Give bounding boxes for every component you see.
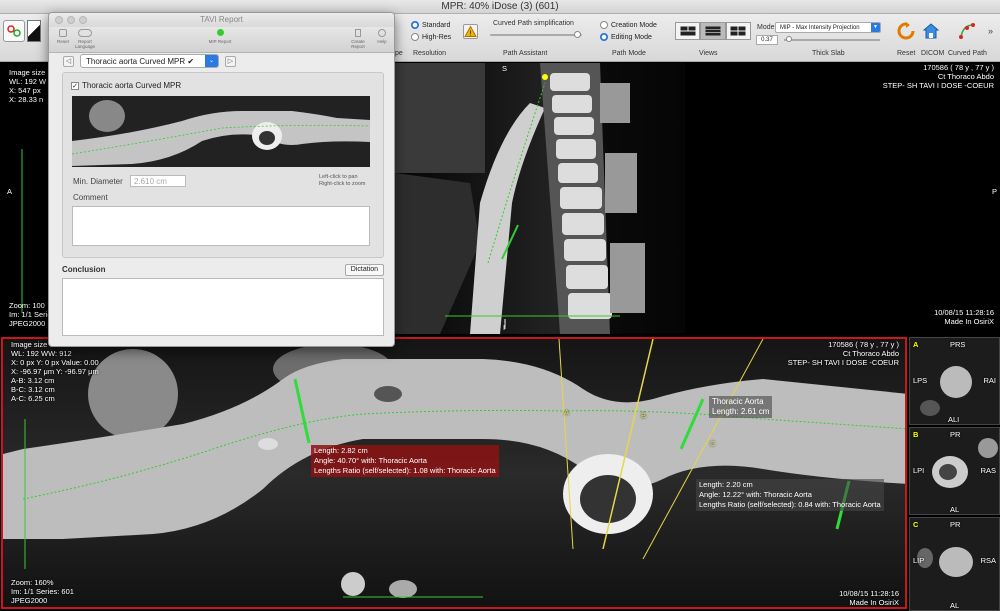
cross-section-panels: A PRS LPS RAI ALI B PR LPI RAS AL C PR L…	[909, 337, 1000, 611]
views-label: Views	[699, 50, 718, 57]
dicom-icon[interactable]	[922, 22, 940, 40]
thick-slab-slider[interactable]	[784, 36, 880, 42]
report-icon	[355, 29, 361, 37]
orientation-bottom: I	[503, 323, 506, 332]
view-layout-1-button[interactable]	[675, 22, 701, 40]
previous-button[interactable]: ◁	[63, 56, 74, 67]
section-groupbox: ✓ Thoracic aorta Curved MPR Min. Diameter…	[62, 72, 384, 258]
editing-mode-radio[interactable]: Editing Mode	[600, 33, 652, 41]
section-checkbox-row[interactable]: ✓ Thoracic aorta Curved MPR	[71, 81, 181, 90]
bottom-bottom-right-info: 10/08/15 11:28:16 Made In OsiriX	[839, 589, 899, 607]
measurement-label-3[interactable]: Length: 2.20 cm Angle: 12.22° with: Thor…	[696, 479, 884, 511]
resolution-standard-radio[interactable]: Standard	[411, 21, 450, 29]
tavi-title: TAVI Report	[200, 15, 243, 24]
curved-path-label: Curved Path	[948, 50, 987, 57]
svg-text:!: !	[470, 31, 472, 38]
orientation-top: S	[502, 64, 508, 73]
measurement-label-1[interactable]: Length: 2.82 cm Angle: 40.70° with: Thor…	[311, 445, 499, 477]
wl-icon[interactable]	[27, 20, 41, 42]
panel-label: B	[913, 430, 919, 439]
curved-path-icon[interactable]	[958, 22, 976, 40]
cross-section-c[interactable]: C PR LIP RSA AL	[909, 517, 1000, 611]
reset-icon[interactable]	[897, 22, 915, 40]
toolbar-overflow-icon[interactable]: »	[988, 26, 993, 36]
path-assistant-label: Path Assistant	[503, 50, 548, 57]
slider-knob[interactable]	[786, 36, 792, 42]
dicom-label: DICOM	[921, 50, 945, 57]
bottom-right-info: 170586 ( 78 y , 77 y ) Ct Thoraco Abdo S…	[787, 340, 899, 367]
panel-label: C	[913, 520, 919, 529]
chevron-down-icon: ▼	[871, 23, 880, 32]
thick-slab-label: Thick Slab	[812, 50, 845, 57]
view-layout-3-button[interactable]	[725, 22, 751, 40]
resolution-highres-radio[interactable]: High-Res	[411, 33, 451, 41]
bottom-bottom-left-info: Zoom: 160% Im: 1/1 Series: 601 JPEG2000	[11, 578, 74, 605]
creation-mode-radio[interactable]: Creation Mode	[600, 21, 657, 29]
marker-a: A	[564, 408, 570, 417]
cross-section-a[interactable]: A PRS LPS RAI ALI	[909, 337, 1000, 425]
curved-mpr-viewer[interactable]: A B C Image size WL: 192 WW: 912 X: 0 px…	[1, 337, 907, 609]
dictation-button[interactable]: Dictation	[344, 264, 384, 276]
orientation-right: P	[991, 187, 997, 196]
mode-label: Mode	[757, 24, 775, 31]
top-bottom-right-info: 10/08/15 11:28:16 Made In OsiriX	[934, 308, 994, 326]
next-button[interactable]: ▷	[225, 56, 236, 67]
minimize-window-button[interactable]	[67, 16, 75, 24]
report-section-select[interactable]: Thoracic aorta Curved MPR ✔ ⌄	[80, 54, 219, 68]
conclusion-textarea[interactable]	[62, 278, 384, 336]
measurement-label-2[interactable]: Thoracic Aorta Length: 2.61 cm	[709, 396, 773, 418]
path-mode-label: Path Mode	[612, 50, 646, 57]
orientation-left: A	[7, 187, 13, 196]
top-right-info: 170586 ( 78 y , 77 y ) Ct Thoraco Abdo S…	[882, 63, 994, 90]
thick-slab-value-field[interactable]: 0.37	[756, 35, 778, 45]
section-checkbox[interactable]: ✓	[71, 81, 79, 90]
pan-zoom-hint: Left-click to pan Right-click to zoom	[319, 174, 366, 187]
slider-knob[interactable]	[574, 31, 581, 38]
min-diameter-label: Min. Diameter	[73, 177, 123, 186]
view-layout-2-button[interactable]	[700, 22, 726, 40]
toolbar-partial-label: pe	[395, 50, 403, 57]
zoom-window-button[interactable]	[79, 16, 87, 24]
tavi-body: ◁ Thoracic aorta Curved MPR ✔ ⌄ ▷ ✓ Thora…	[49, 54, 394, 346]
cross-section-b[interactable]: B PR LPI RAS AL	[909, 427, 1000, 515]
top-left-info: Image size WL: 192 W X: 547 px X: 28.33 …	[9, 68, 47, 104]
reset-label: Reset	[897, 50, 916, 57]
warning-icon[interactable]: !	[463, 24, 478, 39]
chevron-down-icon: ⌄	[205, 55, 218, 67]
report-language-button[interactable]: Report Language	[69, 29, 101, 49]
views-segmented-control	[675, 22, 751, 40]
tavi-toolbar: Reset Report Language MIP Report Create …	[49, 27, 394, 53]
mip-report-button[interactable]: MIP Report	[205, 29, 235, 44]
help-button[interactable]: Help	[374, 29, 390, 44]
osirix-mpr-window: MPR: 40% iDose (3) (601) pe Standard Hig…	[0, 0, 1000, 611]
marker-b: B	[641, 411, 647, 420]
language-icon	[78, 29, 92, 37]
resolution-label: Resolution	[413, 50, 447, 57]
mpr-preview-image[interactable]	[72, 96, 370, 167]
thick-slab-mode-select[interactable]: MIP - Max Intensity Projection ▼	[775, 22, 881, 33]
panel-label: A	[913, 340, 919, 349]
top-bottom-left-info: Zoom: 100 Im: 1/1 Serie JPEG2000	[9, 301, 52, 328]
tavi-title-bar: TAVI Report	[49, 13, 394, 27]
create-report-button[interactable]: Create Report	[345, 29, 371, 49]
bottom-left-info: Image size WL: 192 WW: 912 X: 0 px Y: 0 …	[11, 340, 99, 403]
window-title: MPR: 40% iDose (3) (601)	[441, 1, 559, 12]
lock-icon	[59, 29, 67, 37]
help-icon	[378, 29, 386, 37]
status-dot-icon	[216, 29, 224, 36]
tool-icon-left-1[interactable]	[3, 20, 25, 42]
conclusion-label: Conclusion	[62, 265, 106, 274]
curved-path-simplification-label: Curved Path simplification	[493, 20, 574, 27]
simplification-slider[interactable]	[490, 31, 582, 38]
close-window-button[interactable]	[55, 16, 63, 24]
tavi-report-window: TAVI Report Reset Report Language MIP Re…	[48, 12, 395, 347]
marker-c: C	[710, 439, 716, 448]
comment-textarea[interactable]	[72, 206, 370, 246]
min-diameter-field[interactable]: 2.610 cm	[130, 175, 186, 187]
comment-label: Comment	[73, 193, 108, 202]
